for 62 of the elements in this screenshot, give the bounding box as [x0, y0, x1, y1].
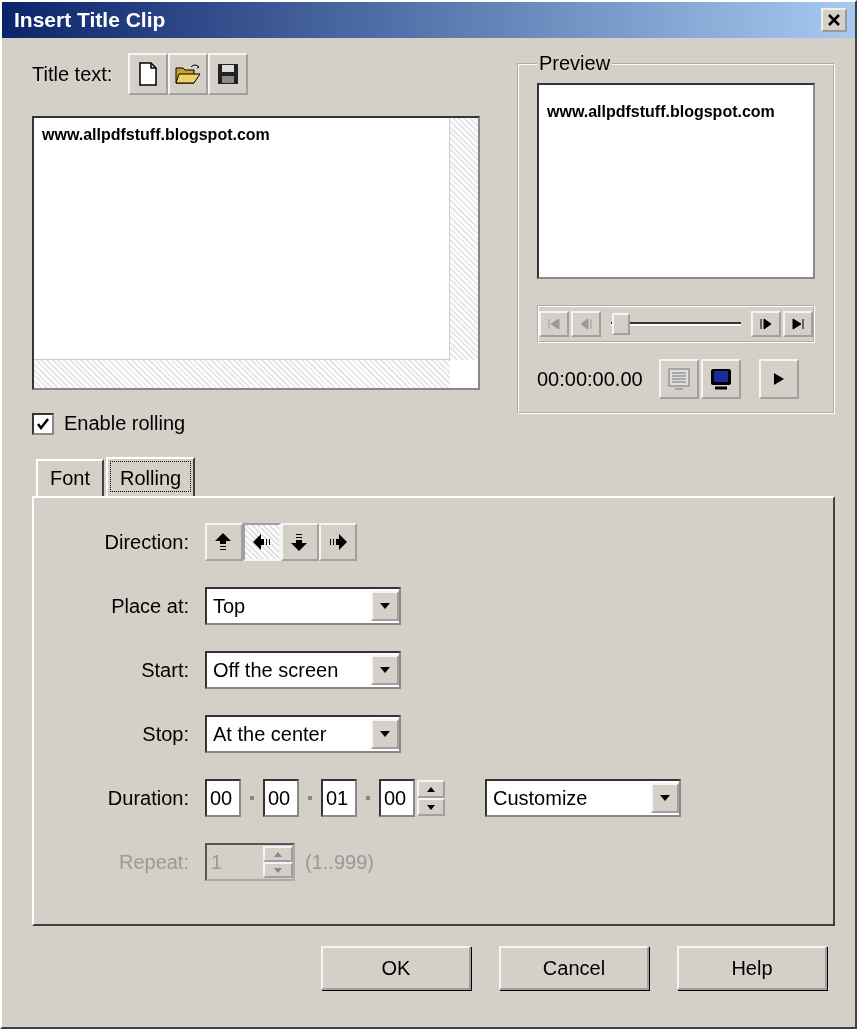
down-arrow-icon — [274, 867, 282, 873]
duration-field[interactable]: 01 — [321, 779, 357, 817]
dialog-button[interactable]: Help — [677, 946, 827, 990]
checkbox[interactable] — [32, 412, 54, 435]
field-label: Place at: — [110, 594, 190, 618]
direction-button[interactable] — [205, 523, 243, 561]
screen-lines-icon — [666, 367, 691, 391]
tab[interactable]: Rolling — [106, 457, 196, 496]
monitor-button[interactable] — [700, 359, 741, 399]
checkbox-label: Enable rolling — [64, 412, 186, 435]
timecode: 00:00:00.00 — [537, 367, 643, 391]
field-label: Stop: — [141, 722, 190, 746]
arrow-right-icon — [327, 531, 349, 553]
close-icon — [826, 12, 842, 28]
close-button[interactable] — [821, 8, 847, 32]
tab[interactable]: Font — [36, 459, 105, 496]
dropdown[interactable]: At the center — [205, 715, 401, 753]
preview-text: www.allpdfstuff.blogspot.com — [547, 103, 775, 120]
next-frame-button[interactable] — [751, 311, 781, 337]
dropdown[interactable]: Off the screen — [205, 651, 401, 689]
play-icon — [772, 372, 785, 386]
new-button[interactable] — [128, 53, 169, 95]
duration-field[interactable]: 00 — [263, 779, 299, 817]
title-text-label: Title text: — [32, 62, 113, 86]
field-label: Start: — [140, 658, 190, 682]
blank-page-icon — [137, 62, 160, 86]
direction-label: Direction: — [103, 530, 190, 554]
first-frame-button[interactable] — [539, 311, 569, 337]
last-frame-button[interactable] — [783, 311, 813, 337]
direction-button[interactable] — [319, 523, 357, 561]
up-arrow-icon — [274, 851, 282, 857]
direction-button[interactable] — [243, 523, 281, 561]
repeat-range: (1..999) — [305, 850, 374, 874]
preview-label: Preview — [538, 52, 612, 75]
duration-label: Duration: — [106, 786, 190, 810]
step-forward-icon — [759, 318, 773, 330]
duration-field[interactable]: 00 — [379, 779, 415, 817]
monitor-icon — [708, 367, 733, 391]
spin-buttons[interactable] — [417, 780, 445, 816]
slider-thumb[interactable] — [612, 313, 630, 335]
vertical-scrollbar[interactable] — [449, 118, 478, 360]
dialog-button[interactable]: OK — [321, 946, 471, 990]
folder-icon — [175, 63, 202, 85]
skip-forward-icon — [791, 318, 805, 330]
open-button[interactable] — [168, 53, 209, 95]
step-back-icon — [579, 318, 593, 330]
play-button[interactable] — [758, 359, 799, 399]
direction-button[interactable] — [281, 523, 319, 561]
horizontal-scrollbar[interactable] — [34, 359, 450, 388]
previous-frame-button[interactable] — [571, 311, 601, 337]
up-arrow-icon — [427, 786, 435, 792]
check-icon — [36, 416, 50, 431]
dialog-button[interactable]: Cancel — [499, 946, 649, 990]
title-text-field[interactable]: www.allpdfstuff.blogspot.com — [32, 116, 480, 390]
dropdown[interactable]: Top — [205, 587, 401, 625]
window-title: Insert Title Clip — [14, 8, 166, 32]
repeat-label: Repeat: — [117, 850, 190, 874]
skip-back-icon — [547, 318, 561, 330]
duration-field[interactable]: 00 — [205, 779, 241, 817]
save-button[interactable] — [208, 53, 249, 95]
down-arrow-icon — [427, 804, 435, 810]
preset-dropdown[interactable]: Customize — [485, 779, 681, 817]
